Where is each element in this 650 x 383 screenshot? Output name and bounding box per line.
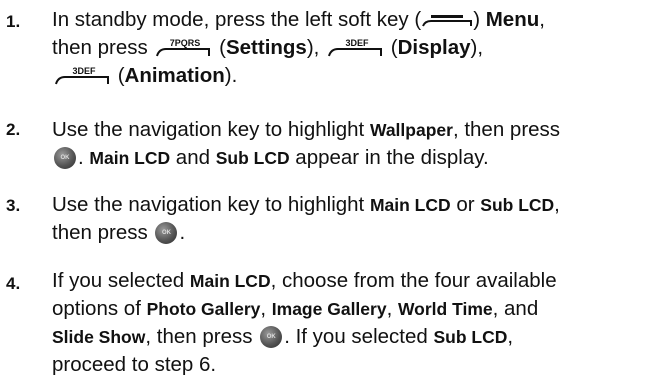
key-7-icon: 7PQRS [156, 38, 211, 57]
photo-gallery-label: Photo Gallery [146, 299, 261, 319]
step-4-line-4: proceed to step 6. [52, 353, 217, 376]
step-number: 2. [6, 120, 21, 139]
step-3-line-1: Use the navigation key to highlight Main… [52, 193, 560, 216]
step-2-line-2: OK. Main LCD and Sub LCD appear in the d… [52, 144, 489, 172]
step-4-line-2: options of Photo Gallery, Image Gallery,… [52, 297, 539, 320]
animation-label: Animation [124, 64, 225, 87]
step-number: 4. [6, 274, 21, 293]
svg-text:7PQRS: 7PQRS [170, 38, 201, 48]
ok-key-icon: OK [155, 222, 178, 244]
sub-lcd-label: Sub LCD [433, 327, 508, 347]
key-3-icon: 3DEF [328, 38, 383, 57]
step-4-line-1: If you selected Main LCD, choose from th… [52, 269, 557, 292]
step-number: 1. [6, 12, 21, 31]
image-gallery-label: Image Gallery [271, 299, 387, 319]
main-lcd-label: Main LCD [369, 195, 451, 215]
step-1-line-2: then press 7PQRS (Settings), 3DEF (Displ… [52, 36, 484, 59]
ok-key-icon: OK [54, 147, 76, 169]
step-4-line-3: Slide Show, then press OK. If you select… [52, 325, 514, 348]
display-label: Display [397, 36, 471, 59]
sub-lcd-label: Sub LCD [480, 195, 555, 215]
wallpaper-label: Wallpaper [369, 120, 453, 140]
step-number: 3. [6, 196, 21, 215]
step-3-line-2: then press OK. [52, 221, 186, 244]
step-1-line-3: 3DEF (Animation). [52, 62, 237, 90]
world-time-label: World Time [397, 299, 493, 319]
main-lcd-label: Main LCD [89, 148, 171, 168]
sub-lcd-label: Sub LCD [215, 148, 290, 168]
menu-label: Menu [485, 8, 540, 31]
ok-key-icon: OK [260, 326, 283, 348]
svg-text:3DEF: 3DEF [72, 66, 96, 76]
step-1-line-1: In standby mode, press the left soft key… [52, 8, 545, 31]
left-soft-key-icon [422, 15, 473, 27]
settings-label: Settings [225, 36, 307, 59]
main-lcd-label: Main LCD [189, 271, 271, 291]
slide-show-label: Slide Show [52, 327, 146, 347]
instruction-document: 1. In standby mode, press the left soft … [0, 0, 650, 383]
key-3-icon: 3DEF [55, 66, 109, 85]
svg-text:3DEF: 3DEF [346, 38, 370, 48]
step-2-line-1: Use the navigation key to highlight Wall… [52, 118, 561, 141]
